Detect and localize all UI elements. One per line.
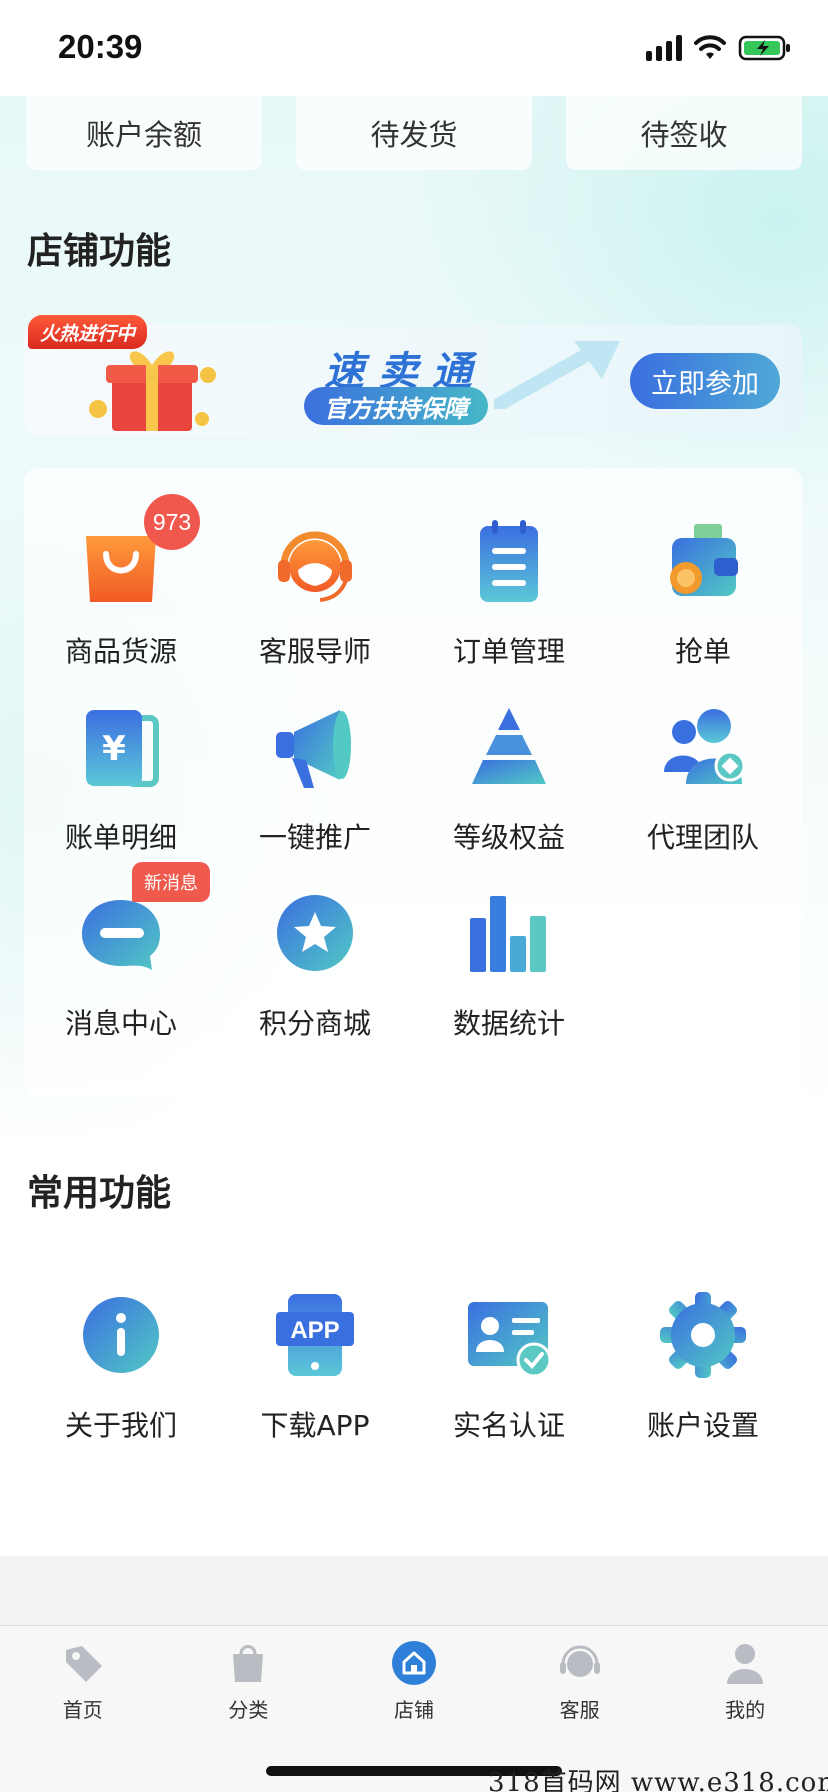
support-icon (559, 1645, 600, 1677)
summary-card-to-ship[interactable]: 待发货 (296, 96, 532, 170)
function-label: 积分商城 (258, 1007, 371, 1040)
info-icon (83, 1297, 159, 1373)
function-item-download-app[interactable]: APP 下载APP (218, 1242, 412, 1442)
function-item-order-management[interactable]: 订单管理 (412, 468, 606, 668)
tag-icon (65, 1646, 102, 1682)
function-item-data-statistics[interactable]: 数据统计 (412, 840, 606, 1040)
tab-label: 客服 (559, 1698, 600, 1722)
bill-icon: ¥ (86, 710, 159, 787)
status-bar: 20:39 (0, 0, 828, 96)
battery-icon (738, 35, 790, 61)
product-count-badge: 973 (144, 494, 200, 550)
user-icon (727, 1644, 764, 1684)
arrow-icon (494, 341, 620, 409)
function-label: 下载APP (260, 1409, 370, 1442)
store-home-icon (391, 1641, 436, 1685)
function-item-message-center[interactable]: 新消息 消息中心 (24, 840, 218, 1040)
function-item-one-click-promote[interactable]: 一键推广 (218, 654, 412, 854)
status-icons (646, 32, 792, 64)
function-label: 账户设置 (646, 1409, 759, 1442)
gear-icon (660, 1292, 746, 1378)
status-time: 20:39 (58, 28, 143, 65)
gift-box-icon (89, 351, 216, 431)
promo-banner[interactable]: 火热进行中 速卖通 官方扶持保障 立即参加 (24, 315, 802, 435)
function-label: 关于我们 (64, 1409, 177, 1442)
function-label: 数据统计 (452, 1007, 565, 1040)
banner-subtitle: 官方扶持保障 (304, 387, 488, 425)
function-item-agent-team[interactable]: 代理团队 (606, 654, 800, 854)
bag-icon (233, 1645, 264, 1682)
function-item-points-mall[interactable]: 积分商城 (218, 840, 412, 1040)
function-item-account-settings[interactable]: 账户设置 (606, 1242, 800, 1442)
function-item-product-source[interactable]: 973 商品货源 (24, 468, 218, 668)
clipboard-icon (480, 520, 538, 602)
tab-label: 店铺 (393, 1698, 434, 1722)
store-functions-grid: 973 商品货源 客服导师 订单管理 抢单 ¥ 账单明细 一键推广 等级权益 代… (24, 468, 802, 1040)
summary-card-balance[interactable]: 账户余额 (26, 96, 262, 170)
function-label: 实名认证 (452, 1409, 565, 1442)
common-functions-grid: 关于我们 APP 下载APP 实名认证 账户设置 (24, 1242, 802, 1442)
headset-icon (278, 531, 352, 602)
watermark-text: 318首码网 www.e318.com (488, 1768, 828, 1792)
signal-icon (646, 35, 682, 61)
summary-row: 账户余额 待发货 待签收 (26, 96, 802, 170)
wifi-icon (694, 35, 726, 59)
star-icon (277, 895, 353, 971)
hot-badge: 火热进行中 (28, 315, 148, 349)
new-message-badge: 新消息 (132, 862, 210, 902)
function-item-support-mentor[interactable]: 客服导师 (218, 468, 412, 668)
tab-label: 我的 (725, 1698, 766, 1722)
tab-home[interactable]: 首页 (0, 1626, 166, 1792)
section-title-store: 店铺功能 (27, 231, 172, 272)
wallet-icon (670, 524, 738, 596)
pyramid-icon (472, 708, 546, 784)
function-item-bill-details[interactable]: ¥ 账单明细 (24, 654, 218, 854)
app-icon-text: APP (290, 1317, 339, 1344)
bar-chart-icon (470, 896, 546, 972)
tab-label: 分类 (228, 1698, 269, 1722)
team-icon (664, 709, 746, 784)
join-now-button[interactable]: 立即参加 (630, 353, 780, 409)
function-label: 代理团队 (646, 821, 759, 854)
function-item-real-name-verify[interactable]: 实名认证 (412, 1242, 606, 1442)
id-verify-icon (468, 1302, 552, 1378)
section-title-common: 常用功能 (27, 1173, 172, 1214)
app-download-icon: APP (276, 1294, 354, 1376)
function-item-grab-order[interactable]: 抢单 (606, 468, 800, 668)
summary-card-to-receive[interactable]: 待签收 (566, 96, 802, 170)
tab-label: 首页 (62, 1698, 103, 1722)
function-label: 消息中心 (64, 1007, 177, 1040)
svg-text:¥: ¥ (102, 729, 126, 769)
divider-band (0, 1556, 828, 1626)
megaphone-icon (276, 710, 351, 788)
function-item-about-us[interactable]: 关于我们 (24, 1242, 218, 1442)
function-item-level-benefits[interactable]: 等级权益 (412, 654, 606, 854)
